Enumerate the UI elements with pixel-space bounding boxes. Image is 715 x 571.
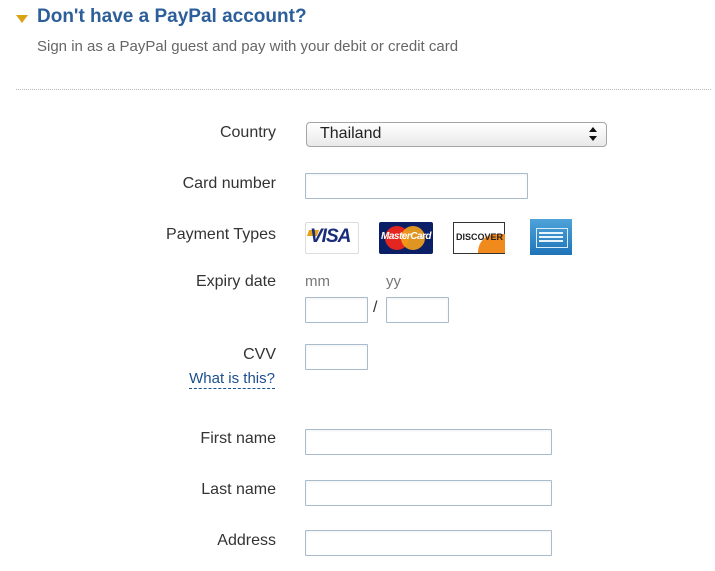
mastercard-logo: MasterCard bbox=[379, 222, 433, 254]
card-number-input[interactable] bbox=[305, 173, 528, 199]
country-select-value: Thailand bbox=[320, 125, 382, 142]
address-label: Address bbox=[217, 532, 276, 549]
card-number-label: Card number bbox=[182, 175, 276, 192]
section-subtitle: Sign in as a PayPal guest and pay with y… bbox=[37, 38, 459, 55]
amex-logo bbox=[530, 219, 572, 255]
expiry-year-input[interactable] bbox=[386, 297, 449, 323]
last-name-input[interactable] bbox=[305, 480, 552, 506]
cvv-help-link[interactable]: What is this? bbox=[189, 370, 275, 389]
visa-logo-text: VISA bbox=[310, 226, 351, 247]
country-select[interactable]: Thailand bbox=[306, 122, 607, 147]
cvv-input[interactable] bbox=[305, 344, 368, 370]
visa-logo: VISA bbox=[305, 222, 359, 254]
payment-types-label: Payment Types bbox=[166, 226, 276, 243]
expiry-year-hint: yy bbox=[386, 273, 401, 290]
triangle-down-icon[interactable] bbox=[16, 15, 28, 23]
first-name-input[interactable] bbox=[305, 429, 552, 455]
expiry-month-input[interactable] bbox=[305, 297, 368, 323]
discover-logo-text: DISCOVER bbox=[456, 232, 504, 242]
cvv-label: CVV bbox=[243, 346, 276, 363]
first-name-label: First name bbox=[200, 430, 276, 447]
last-name-label: Last name bbox=[201, 481, 276, 498]
address-input[interactable] bbox=[305, 530, 552, 556]
select-arrows-icon bbox=[588, 126, 598, 143]
expiry-date-label: Expiry date bbox=[195, 273, 276, 290]
expiry-separator: / bbox=[373, 299, 378, 316]
mastercard-logo-text: MasterCard bbox=[381, 231, 432, 242]
discover-logo: DISCOVER bbox=[453, 222, 505, 254]
section-title[interactable]: Don't have a PayPal account? bbox=[37, 6, 307, 28]
dotted-divider bbox=[16, 89, 711, 90]
expiry-month-hint: mm bbox=[305, 273, 330, 290]
country-label: Country bbox=[219, 124, 276, 141]
